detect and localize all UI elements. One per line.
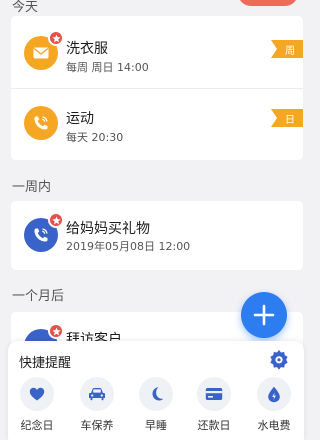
heart-icon — [20, 377, 54, 411]
reminder-title: 洗衣服 — [66, 41, 108, 57]
shortcut-utility-bills[interactable]: 水电费 — [246, 377, 302, 433]
reminder-schedule: 2019年05月08日 12:00 — [66, 240, 191, 253]
shortcut-anniversary[interactable]: 纪念日 — [9, 377, 65, 433]
shortcut-car-maintenance[interactable]: 车保养 — [69, 377, 125, 433]
repeat-tag-daily: 日 — [271, 109, 303, 127]
star-badge-icon — [48, 30, 64, 46]
add-reminder-button[interactable] — [241, 292, 287, 338]
plus-icon — [253, 304, 275, 326]
shortcut-label: 水电费 — [257, 419, 291, 432]
phone-icon — [24, 212, 64, 252]
reminder-schedule: 每天 20:30 — [66, 131, 124, 144]
star-badge-icon — [48, 323, 64, 339]
quick-panel-title: 快捷提醒 — [19, 356, 72, 371]
shortcut-label: 纪念日 — [20, 419, 54, 432]
reminder-item-laundry[interactable]: 洗衣服 每周 周日 14:00 周 — [11, 16, 303, 88]
star-badge-icon — [48, 212, 64, 228]
shortcut-sleep-early[interactable]: 早睡 — [128, 377, 184, 433]
week-card: 给妈妈买礼物 2019年05月08日 12:00 — [11, 201, 303, 270]
card-icon — [197, 377, 231, 411]
shortcut-repayment-day[interactable]: 还款日 — [186, 377, 242, 433]
settings-button[interactable] — [266, 347, 292, 373]
today-card: 洗衣服 每周 周日 14:00 周 运动 每天 20:30 日 — [11, 16, 303, 160]
shortcut-label: 还款日 — [197, 419, 231, 432]
phone-icon — [24, 106, 58, 140]
section-label-month: 一个月后 — [12, 289, 65, 304]
settings-icon — [270, 350, 288, 370]
car-icon — [80, 377, 114, 411]
section-label-week: 一周内 — [12, 180, 52, 195]
quick-reminder-panel: 快捷提醒 纪念日 车保养 早睡 还款日 水电费 — [8, 341, 304, 440]
shortcut-label: 车保养 — [80, 419, 114, 432]
repeat-tag-weekly: 周 — [271, 40, 303, 58]
moon-icon — [139, 377, 173, 411]
reminder-item-gift[interactable]: 给妈妈买礼物 2019年05月08日 12:00 — [11, 201, 303, 270]
reminder-schedule: 每周 周日 14:00 — [66, 61, 149, 74]
shortcut-label: 早睡 — [145, 419, 167, 432]
mail-icon — [24, 30, 64, 70]
reminder-title: 运动 — [66, 111, 94, 127]
top-action-pill[interactable] — [238, 0, 298, 6]
reminder-title: 给妈妈买礼物 — [66, 221, 150, 237]
water-drop-icon — [257, 377, 291, 411]
section-label-today: 今天 — [12, 0, 39, 15]
reminder-item-exercise[interactable]: 运动 每天 20:30 日 — [11, 88, 303, 160]
